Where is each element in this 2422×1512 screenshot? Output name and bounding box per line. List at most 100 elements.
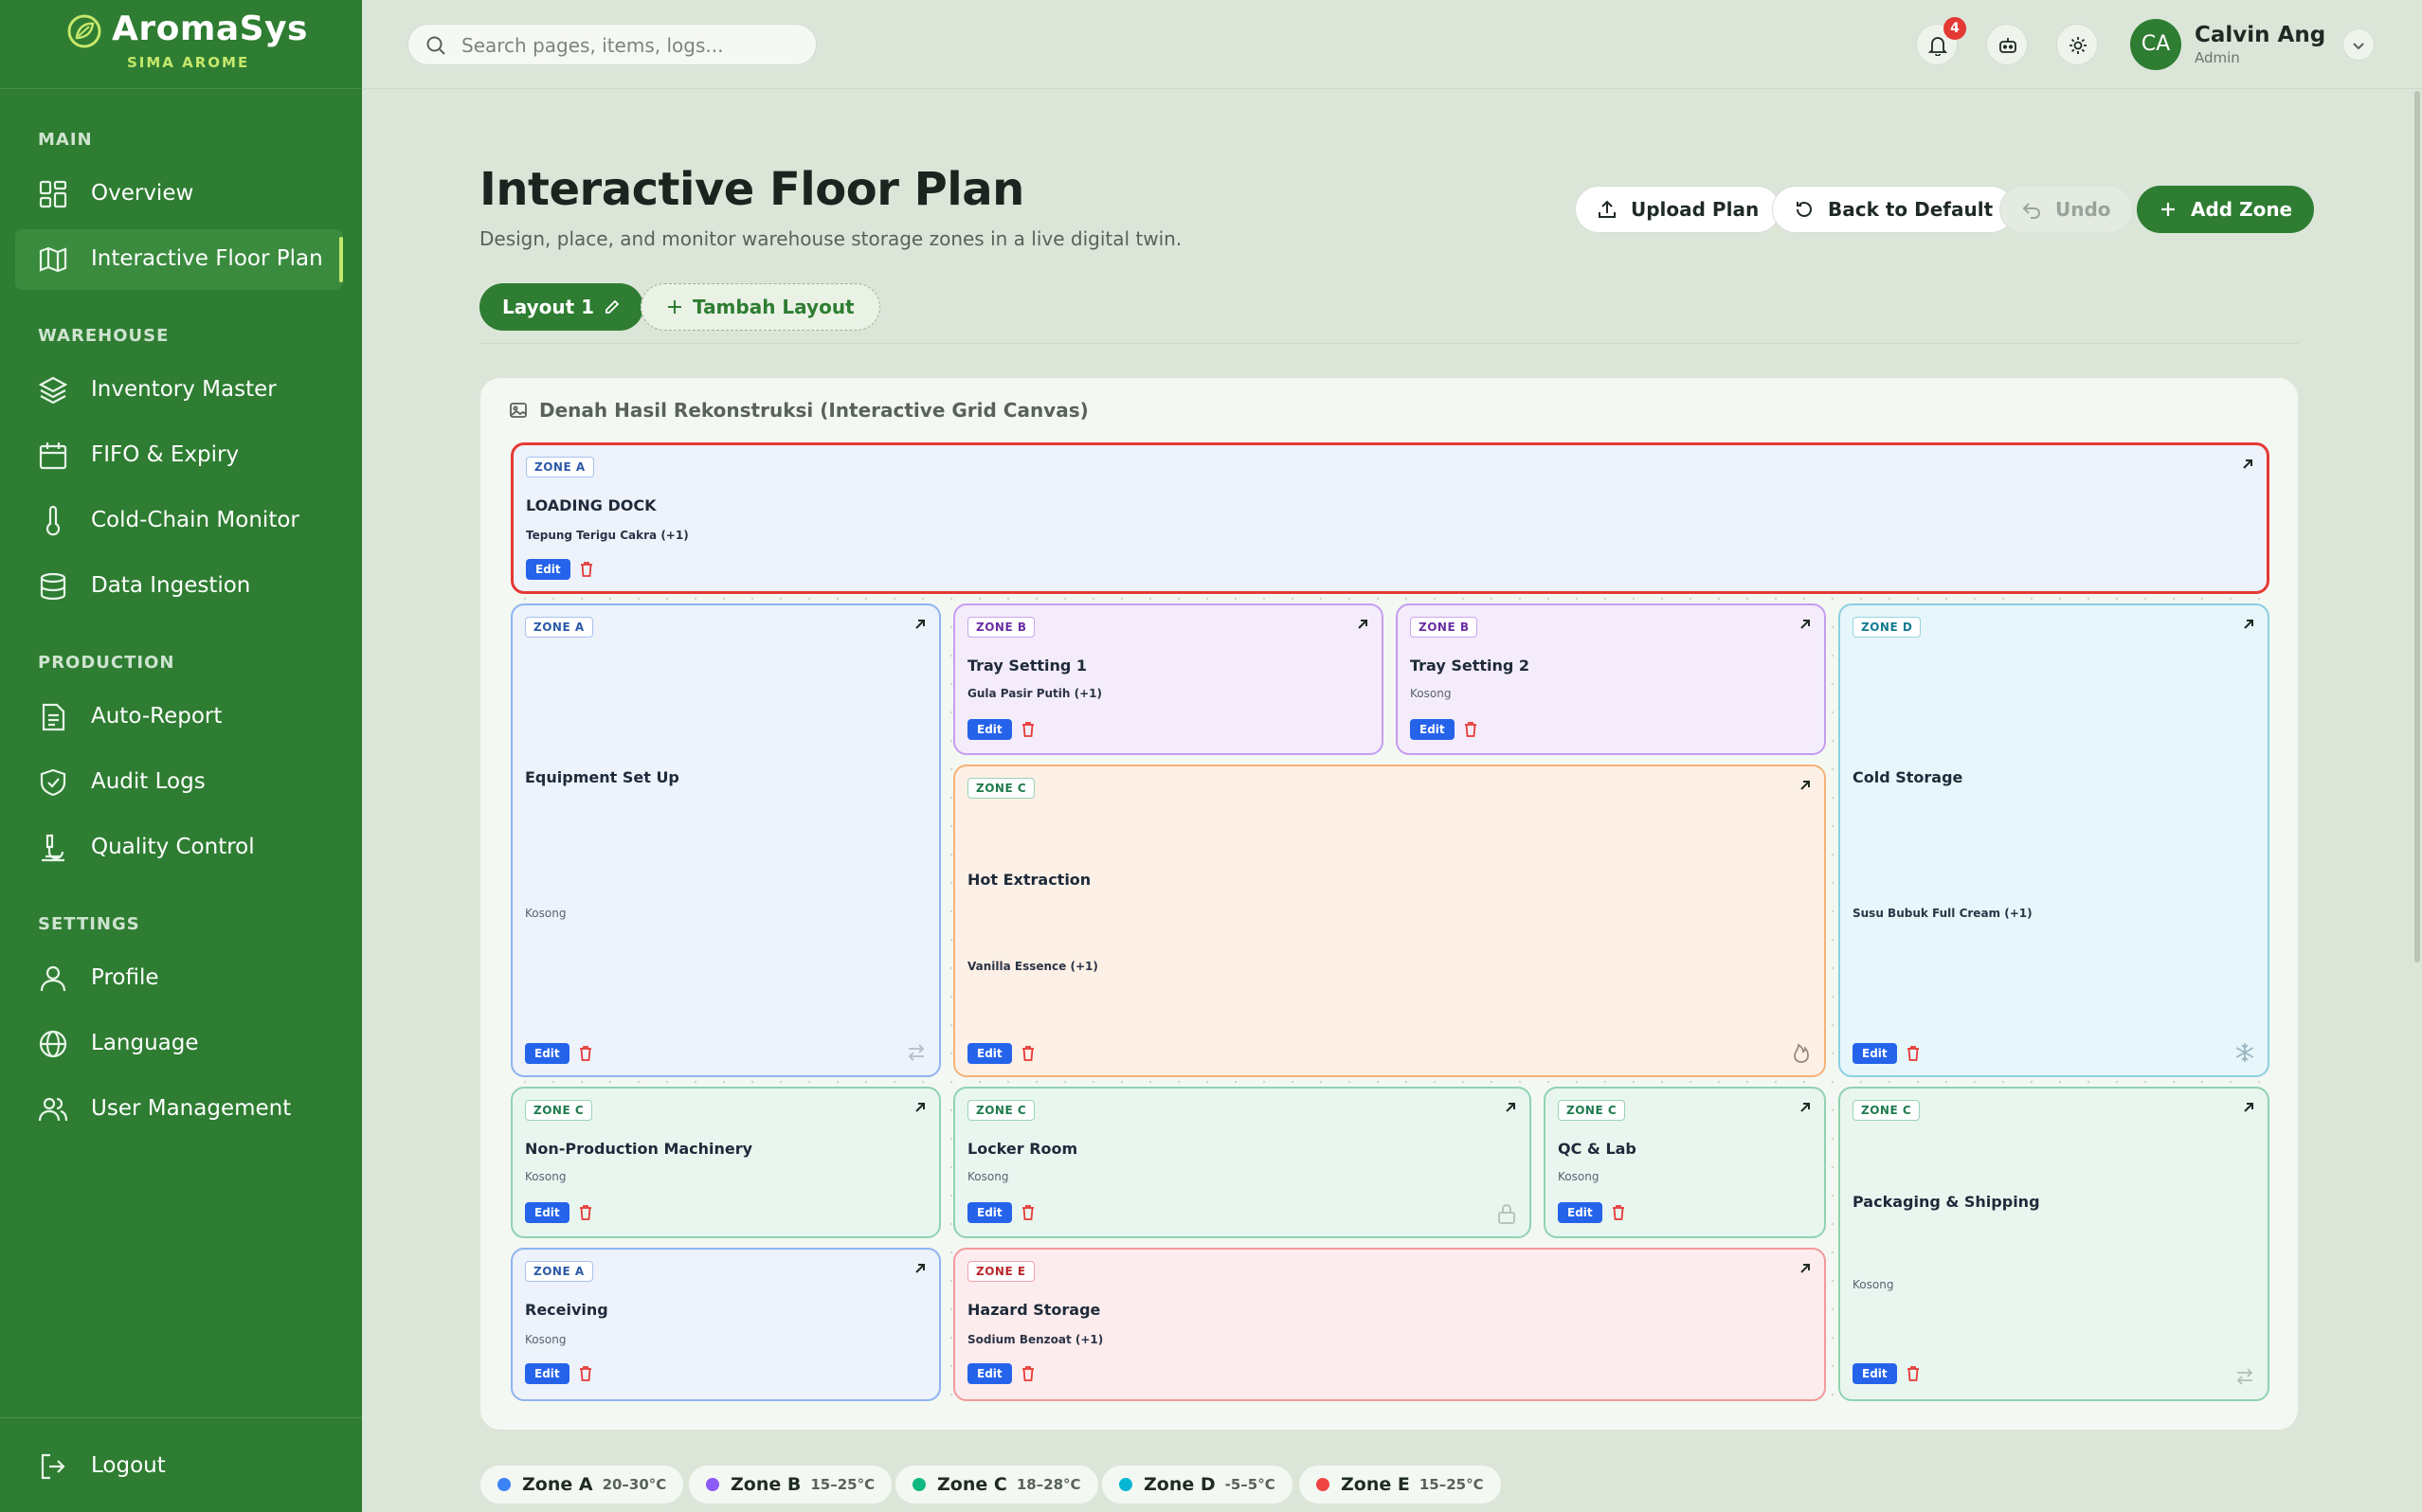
zone-card-tray-setting-2[interactable]: ZONE B Tray Setting 2 Kosong Edit <box>1396 603 1826 755</box>
pencil-icon[interactable] <box>604 298 621 315</box>
legend-zone-d[interactable]: Zone D -5–5°C <box>1101 1465 1293 1504</box>
assistant-button[interactable] <box>1986 24 2028 65</box>
trash-icon[interactable] <box>1462 720 1479 739</box>
search-input[interactable] <box>461 32 803 59</box>
legend-name: Zone D <box>1144 1474 1216 1495</box>
expand-icon[interactable] <box>911 1259 930 1278</box>
expand-icon[interactable] <box>2239 615 2258 634</box>
sidebar-item-label: Auto-Report <box>91 704 223 729</box>
notifications-button[interactable]: 4 <box>1916 17 1966 65</box>
brand: AromaSys SIMA AROME <box>0 0 362 89</box>
legend-zone-a[interactable]: Zone A 20–30°C <box>479 1465 685 1504</box>
sidebar-item-label: Profile <box>91 965 159 990</box>
add-layout-button[interactable]: Tambah Layout <box>641 283 880 331</box>
legend-zone-c[interactable]: Zone C 18–28°C <box>895 1465 1099 1504</box>
zone-card-tray-setting-1[interactable]: ZONE B Tray Setting 1 Gula Pasir Putih (… <box>953 603 1383 755</box>
sidebar-item-language[interactable]: Language <box>15 1014 343 1074</box>
zone-edit-button[interactable]: Edit <box>967 1363 1012 1384</box>
avatar[interactable]: CA <box>2130 19 2181 70</box>
expand-icon[interactable] <box>1501 1098 1520 1117</box>
zone-edit-button[interactable]: Edit <box>1410 719 1455 740</box>
expand-icon[interactable] <box>2238 455 2257 474</box>
expand-icon[interactable] <box>911 1098 930 1117</box>
image-icon <box>510 403 527 418</box>
logout-label: Logout <box>91 1453 166 1478</box>
leaf-logo-icon <box>67 14 101 48</box>
zone-edit-button[interactable]: Edit <box>967 719 1012 740</box>
zone-card-hazard-storage[interactable]: ZONE E Hazard Storage Sodium Benzoat (+1… <box>953 1248 1826 1401</box>
search-box[interactable] <box>407 24 817 65</box>
zone-contents: Kosong <box>1853 1278 1894 1291</box>
add-layout-label: Tambah Layout <box>693 296 855 318</box>
zone-card-hot-extraction[interactable]: ZONE C Hot Extraction Vanilla Essence (+… <box>953 765 1826 1077</box>
expand-icon[interactable] <box>1796 1098 1815 1117</box>
legend-zone-e[interactable]: Zone E 15–25°C <box>1298 1465 1502 1504</box>
expand-icon[interactable] <box>1796 615 1815 634</box>
upload-plan-button[interactable]: Upload Plan <box>1575 186 1781 233</box>
calendar-icon <box>39 442 67 470</box>
expand-icon[interactable] <box>1796 1259 1815 1278</box>
expand-icon[interactable] <box>1796 776 1815 795</box>
page-scrollbar-thumb[interactable] <box>2414 91 2420 963</box>
sidebar-item-audit-logs[interactable]: Audit Logs <box>15 752 343 813</box>
nav-section-main: MAIN <box>38 130 93 150</box>
zone-edit-button[interactable]: Edit <box>1558 1202 1602 1223</box>
header-divider <box>479 343 2299 344</box>
settings-button[interactable] <box>2056 24 2098 65</box>
undo-button[interactable]: Undo <box>1999 186 2133 233</box>
sidebar-item-cold-chain-monitor[interactable]: Cold-Chain Monitor <box>15 491 343 551</box>
trash-icon[interactable] <box>1020 1364 1037 1383</box>
sidebar-item-quality-control[interactable]: Quality Control <box>15 818 343 878</box>
microscope-icon <box>42 834 64 862</box>
add-zone-button[interactable]: Add Zone <box>2137 186 2315 233</box>
trash-icon[interactable] <box>1020 1044 1037 1063</box>
logout-button[interactable]: Logout <box>15 1436 343 1497</box>
zone-name: Hazard Storage <box>967 1301 1101 1319</box>
user-menu-button[interactable] <box>2342 28 2375 61</box>
sidebar-item-label: Audit Logs <box>91 769 206 794</box>
sidebar-item-user-management[interactable]: User Management <box>15 1079 343 1140</box>
trash-icon[interactable] <box>577 1203 594 1222</box>
zone-edit-button[interactable]: Edit <box>1853 1363 1897 1384</box>
zone-edit-button[interactable]: Edit <box>525 1043 569 1064</box>
trash-icon[interactable] <box>577 1044 594 1063</box>
zone-card-loading-dock[interactable]: ZONE A LOADING DOCK Tepung Terigu Cakra … <box>511 442 2269 594</box>
trash-icon[interactable] <box>577 1364 594 1383</box>
zone-card-equipment-set-up[interactable]: ZONE A Equipment Set Up Kosong Edit <box>511 603 941 1077</box>
trash-icon[interactable] <box>1020 720 1037 739</box>
expand-icon[interactable] <box>1353 615 1372 634</box>
sidebar-item-data-ingestion[interactable]: Data Ingestion <box>15 556 343 617</box>
zone-edit-button[interactable]: Edit <box>525 1363 569 1384</box>
zone-grid[interactable]: ZONE A LOADING DOCK Tepung Terigu Cakra … <box>511 442 2269 1401</box>
zone-card-qc-lab[interactable]: ZONE C QC & Lab Kosong Edit <box>1544 1087 1826 1238</box>
zone-edit-button[interactable]: Edit <box>967 1043 1012 1064</box>
zone-edit-button[interactable]: Edit <box>967 1202 1012 1223</box>
legend-range: -5–5°C <box>1224 1476 1275 1493</box>
layout-tab-active[interactable]: Layout 1 <box>479 283 644 331</box>
trash-icon[interactable] <box>578 560 595 579</box>
back-to-default-button[interactable]: Back to Default <box>1772 186 2015 233</box>
zone-edit-button[interactable]: Edit <box>526 559 570 580</box>
expand-icon[interactable] <box>2239 1098 2258 1117</box>
sidebar-item-overview[interactable]: Overview <box>15 164 343 225</box>
trash-icon[interactable] <box>1610 1203 1627 1222</box>
sidebar-item-inventory-master[interactable]: Inventory Master <box>15 360 343 421</box>
sidebar-item-profile[interactable]: Profile <box>15 948 343 1009</box>
sidebar-item-interactive-floor-plan[interactable]: Interactive Floor Plan <box>15 229 343 290</box>
sidebar-item-fifo-expiry[interactable]: FIFO & Expiry <box>15 425 343 486</box>
zone-card-receiving[interactable]: ZONE A Receiving Kosong Edit <box>511 1248 941 1401</box>
zone-card-non-production-machinery[interactable]: ZONE C Non-Production Machinery Kosong E… <box>511 1087 941 1238</box>
expand-icon[interactable] <box>911 615 930 634</box>
zone-edit-button[interactable]: Edit <box>525 1202 569 1223</box>
trash-icon[interactable] <box>1905 1364 1922 1383</box>
zone-card-locker-room[interactable]: ZONE C Locker Room Kosong Edit <box>953 1087 1531 1238</box>
sidebar-item-auto-report[interactable]: Auto-Report <box>15 687 343 747</box>
zone-edit-button[interactable]: Edit <box>1853 1043 1897 1064</box>
zone-card-cold-storage[interactable]: ZONE D Cold Storage Susu Bubuk Full Crea… <box>1838 603 2269 1077</box>
legend-range: 15–25°C <box>1419 1476 1484 1493</box>
zone-card-packaging-shipping[interactable]: ZONE C Packaging & Shipping Kosong Edit <box>1838 1087 2269 1401</box>
trash-icon[interactable] <box>1020 1203 1037 1222</box>
trash-icon[interactable] <box>1905 1044 1922 1063</box>
layers-icon <box>38 376 68 405</box>
legend-zone-b[interactable]: Zone B 15–25°C <box>688 1465 894 1504</box>
